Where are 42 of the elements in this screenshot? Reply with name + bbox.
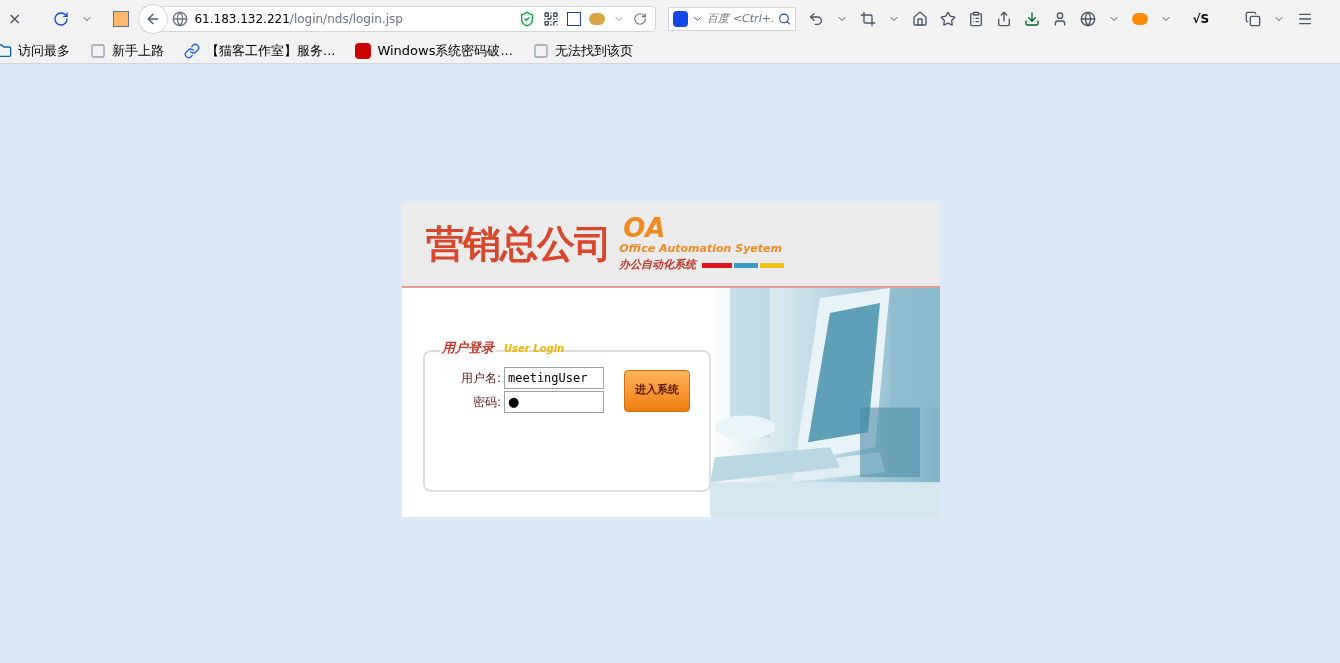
login-button[interactable]: 进入系统 bbox=[624, 369, 690, 412]
star-icon[interactable] bbox=[940, 11, 957, 27]
shield-icon[interactable] bbox=[519, 11, 536, 27]
back-button[interactable] bbox=[138, 4, 169, 34]
brand-title: 营销总公司 bbox=[426, 220, 612, 268]
search-field[interactable]: 百度 <Ctrl+. bbox=[668, 7, 797, 31]
list-icon[interactable] bbox=[968, 11, 985, 27]
link-icon bbox=[184, 42, 200, 59]
bookmark-link[interactable]: Windows系统密码破... bbox=[377, 40, 513, 61]
url-text: 61.183.132.221/login/nds/login.jsp bbox=[194, 11, 403, 28]
oa-title: OA bbox=[623, 214, 667, 241]
subtitle: Office Automation Syetem bbox=[619, 240, 783, 257]
search-placeholder: 百度 <Ctrl+. bbox=[707, 10, 775, 27]
home-icon[interactable] bbox=[912, 11, 929, 27]
close-button[interactable]: × bbox=[4, 7, 26, 31]
reload-icon[interactable] bbox=[633, 12, 648, 26]
bookmark-link[interactable]: 访问最多 bbox=[18, 40, 70, 61]
qr-code-icon[interactable] bbox=[543, 11, 560, 27]
folder-icon bbox=[0, 42, 12, 59]
bookmark-link[interactable]: 【猫客工作室】服务... bbox=[206, 40, 336, 61]
bookmark-link[interactable]: 无法找到该页 bbox=[554, 40, 633, 61]
reload-icon[interactable] bbox=[53, 11, 70, 27]
download-icon[interactable] bbox=[1024, 11, 1041, 27]
copy-icon[interactable] bbox=[1245, 11, 1262, 27]
page-icon bbox=[532, 42, 549, 59]
username-field[interactable]: meetingUser bbox=[504, 366, 604, 389]
undo-icon[interactable] bbox=[808, 11, 825, 27]
url-bar[interactable]: 61.183.132.221/login/nds/login.jsp bbox=[141, 6, 657, 32]
login-title-en: User Login bbox=[504, 341, 565, 356]
script-button[interactable]: √S bbox=[1192, 10, 1210, 28]
search-icon[interactable] bbox=[778, 12, 792, 26]
menu-icon[interactable] bbox=[1297, 11, 1314, 27]
globe-icon[interactable] bbox=[1080, 11, 1097, 27]
globe-icon bbox=[172, 11, 189, 27]
subtitle-cn: 办公自动化系统 bbox=[619, 257, 697, 273]
crop-icon[interactable] bbox=[860, 11, 877, 27]
bookmark-link[interactable]: 新手上路 bbox=[112, 40, 164, 61]
page-icon bbox=[90, 42, 106, 59]
field-label: 用户名: bbox=[459, 369, 501, 387]
field-label: 密码: bbox=[471, 393, 501, 411]
share-icon[interactable] bbox=[996, 11, 1013, 27]
password-field[interactable]: ● bbox=[504, 390, 604, 413]
